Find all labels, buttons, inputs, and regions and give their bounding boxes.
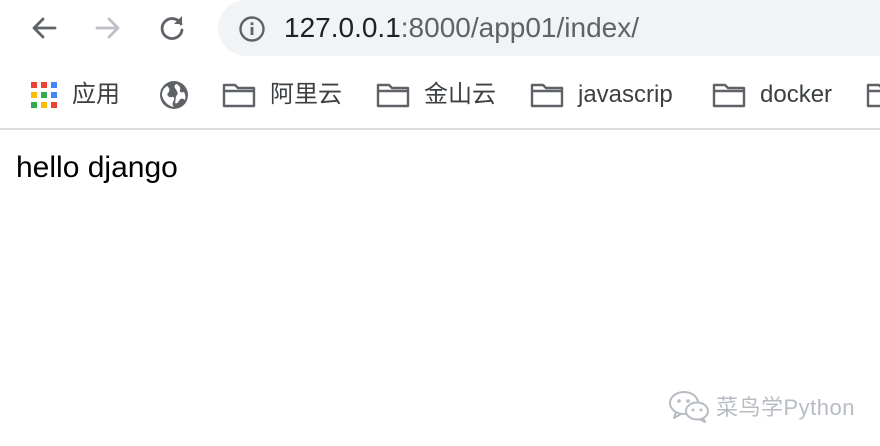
url-text[interactable]: 127.0.0.1:8000/app01/index/: [284, 12, 639, 44]
watermark-text: 菜鸟学Python: [716, 395, 855, 420]
bookmark-label: javascrip: [578, 81, 673, 108]
bookmark-label: 金山云: [424, 81, 496, 108]
arrow-left-icon: [32, 17, 57, 39]
bookmark-folder-docker[interactable]: docker: [712, 72, 832, 118]
bookmark-label: docker: [760, 81, 833, 108]
bookmark-globe[interactable]: [158, 72, 190, 118]
folder-icon: [530, 83, 564, 108]
bookmark-folder-aliyun[interactable]: 阿里云: [222, 72, 342, 118]
info-icon[interactable]: [238, 15, 266, 43]
bookmarks-bar: 应用 阿里云 金山云 javascrip docker: [0, 72, 880, 118]
watermark: 菜鸟学Python: [668, 386, 855, 426]
bookmark-label: 阿里云: [270, 81, 342, 108]
reload-icon: [160, 16, 184, 40]
reload-button[interactable]: [154, 10, 190, 46]
bookmark-folder-javascript[interactable]: javascrip: [530, 72, 673, 118]
url-host: 127.0.0.1: [284, 12, 401, 43]
bookmark-folder-overflow[interactable]: [866, 72, 880, 118]
page-body-text: hello django: [16, 151, 178, 184]
apps-grid-icon: [31, 82, 57, 108]
wechat-logo-icon: [669, 391, 709, 423]
browser-window: 127.0.0.1:8000/app01/index/ 应用 阿里云 金山云 j…: [0, 0, 880, 446]
bookmark-apps[interactable]: 应用: [30, 72, 120, 118]
bookmark-folder-kingsoft[interactable]: 金山云: [376, 72, 496, 118]
forward-button[interactable]: [90, 10, 126, 46]
bookmark-label: 应用: [72, 81, 120, 108]
arrow-right-icon: [95, 17, 120, 39]
globe-icon: [160, 81, 188, 109]
folder-icon: [866, 83, 880, 108]
folder-icon: [376, 83, 410, 108]
back-button[interactable]: [26, 10, 62, 46]
address-bar[interactable]: 127.0.0.1:8000/app01/index/: [218, 0, 880, 56]
toolbar-divider: [0, 128, 880, 130]
folder-icon: [222, 83, 256, 108]
folder-icon: [712, 83, 746, 108]
url-path: :8000/app01/index/: [400, 12, 639, 43]
browser-toolbar: 127.0.0.1:8000/app01/index/: [0, 0, 880, 60]
